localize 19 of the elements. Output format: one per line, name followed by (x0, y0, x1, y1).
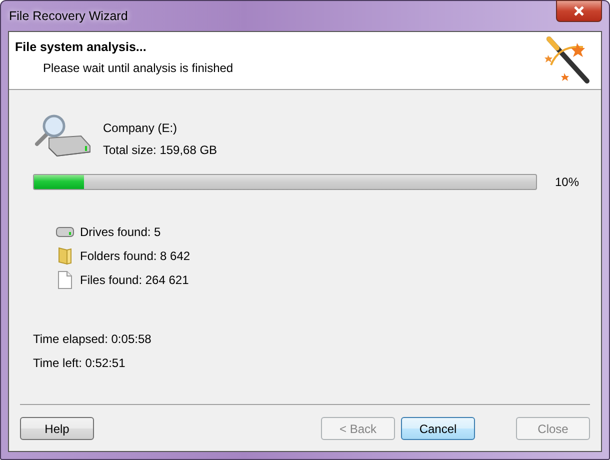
help-button[interactable]: Help (20, 417, 94, 440)
drive-search-icon (33, 114, 91, 158)
file-icon (58, 270, 72, 288)
close-icon (573, 6, 585, 16)
time-label: Time elapsed: 0:05:58 (33, 332, 152, 346)
cancel-button[interactable]: Cancel (401, 417, 475, 440)
header-title: File system analysis... (15, 40, 148, 54)
stat-label: Files found: 264 621 (80, 272, 189, 286)
stat-label: Drives found: 5 (80, 224, 161, 238)
window-title: File Recovery Wizard (8, 9, 128, 23)
drive-size: Total size: 159,68 GB (103, 143, 218, 157)
progress-percent: 10% (555, 175, 580, 189)
header-subtitle: Please wait until analysis is finished (42, 61, 234, 75)
time-label: Time left: 0:52:51 (33, 356, 126, 370)
folder-icon (58, 246, 72, 264)
close-button[interactable] (556, 0, 602, 22)
stat-label: Folders found: 8 642 (80, 248, 190, 262)
drive-name: Company (E:) (103, 121, 178, 135)
drive-icon (56, 226, 74, 236)
